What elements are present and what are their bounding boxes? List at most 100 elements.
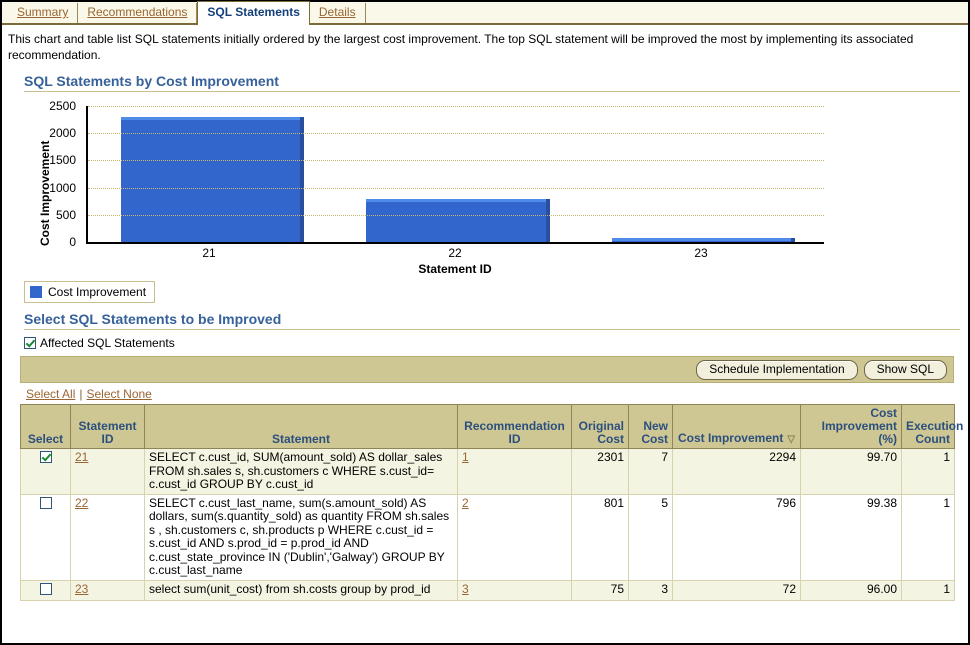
gridline-500: [88, 215, 824, 216]
cost-improvement-cell: 2294: [673, 449, 801, 495]
bar-cell-23: [579, 106, 824, 242]
new-cost-cell: 5: [629, 494, 673, 580]
select-none-link[interactable]: Select None: [86, 387, 151, 401]
row-select-cell[interactable]: [21, 449, 71, 495]
column-header-cost-improvement[interactable]: Cost Improvement▽: [673, 405, 801, 449]
statement-id-cell: 22: [71, 494, 145, 580]
column-header-execution-count[interactable]: Execution Count: [902, 405, 955, 449]
table-section-header: Select SQL Statements to be Improved: [24, 311, 968, 330]
chart-bars: [88, 106, 824, 242]
statement-text-cell: SELECT c.cust_id, SUM(amount_sold) AS do…: [145, 449, 458, 495]
row-select-checkbox[interactable]: [40, 451, 52, 463]
select-all-link[interactable]: Select All: [26, 387, 75, 401]
gridline-1000: [88, 188, 824, 189]
original-cost-cell: 801: [572, 494, 629, 580]
table-body: 21SELECT c.cust_id, SUM(amount_sold) AS …: [21, 449, 955, 601]
gridline-2000: [88, 133, 824, 134]
column-header-statement-id[interactable]: Statement ID: [71, 405, 145, 449]
table-row: 21 SELECT c.cust_id, SUM(amount_sold) AS …: [21, 449, 955, 495]
sort-indicator-icon: ▽: [787, 433, 795, 446]
y-tick-1000: 1000: [49, 181, 76, 195]
execution-count-cell: 1: [902, 580, 955, 601]
recommendation-id-link[interactable]: 2: [462, 496, 469, 510]
column-header-original-cost[interactable]: Original Cost: [572, 405, 629, 449]
new-cost-cell: 3: [629, 580, 673, 601]
x-tick-21: 21: [86, 246, 332, 260]
chart-x-axis-label: Statement ID: [86, 262, 824, 276]
cost-improvement-cell: 72: [673, 580, 801, 601]
y-tick-0: 0: [69, 235, 76, 249]
recommendation-id-cell: 3: [458, 580, 572, 601]
gridline-1500: [88, 160, 824, 161]
column-header-recommendation-id[interactable]: Recommendation ID: [458, 405, 572, 449]
affected-sql-checkbox[interactable]: [24, 337, 36, 349]
column-header-cost-improvement[interactable]: Cost Improvement (%): [801, 405, 902, 449]
intro-text: This chart and table list SQL statements…: [2, 25, 968, 65]
select-links-separator: |: [75, 387, 86, 401]
row-select-cell[interactable]: [21, 580, 71, 601]
column-header-select[interactable]: Select: [21, 405, 71, 449]
recommendation-id-cell: 1: [458, 449, 572, 495]
x-tick-23: 23: [578, 246, 824, 260]
show-sql-button[interactable]: Show SQL: [864, 360, 947, 380]
page-root: SummaryRecommendationsSQL StatementsDeta…: [0, 0, 970, 645]
tab-bar: SummaryRecommendationsSQL StatementsDeta…: [2, 2, 968, 25]
y-tick-2500: 2500: [49, 99, 76, 113]
recommendation-id-link[interactable]: 3: [462, 582, 469, 596]
column-header-statement[interactable]: Statement: [145, 405, 458, 449]
row-select-checkbox[interactable]: [40, 583, 52, 595]
chart-legend: Cost Improvement: [24, 281, 155, 303]
cost-improvement-cell: 796: [673, 494, 801, 580]
row-select-checkbox[interactable]: [40, 497, 52, 509]
table-row: 22 SELECT c.cust_last_name, sum(s.amount_…: [21, 494, 955, 580]
original-cost-cell: 75: [572, 580, 629, 601]
schedule-implementation-button[interactable]: Schedule Implementation: [696, 360, 857, 380]
statement-id-link[interactable]: 22: [75, 496, 88, 510]
chart-x-ticks: 212223: [86, 246, 824, 260]
sql-statements-table: SelectStatement IDStatementRecommendatio…: [20, 404, 955, 601]
new-cost-cell: 7: [629, 449, 673, 495]
statement-text-cell: SELECT c.cust_last_name, sum(s.amount_so…: [145, 494, 458, 580]
statement-id-cell: 21: [71, 449, 145, 495]
cost-improvement-chart: Cost Improvement 05001000150020002500 21…: [16, 100, 846, 275]
chart-plot-area: [86, 106, 824, 244]
cost-improvement-percent-cell: 99.70: [801, 449, 902, 495]
select-links-row: Select All|Select None: [20, 383, 954, 404]
y-tick-2000: 2000: [49, 126, 76, 140]
table-row: 23 select sum(unit_cost) from sh.costs gr…: [21, 580, 955, 601]
tab-sql-statements[interactable]: SQL Statements: [197, 1, 309, 25]
column-header-new-cost[interactable]: New Cost: [629, 405, 673, 449]
row-select-cell[interactable]: [21, 494, 71, 580]
statement-id-link[interactable]: 23: [75, 582, 88, 596]
sql-statements-table-block: Schedule Implementation Show SQL Select A…: [20, 356, 954, 601]
y-tick-500: 500: [56, 208, 76, 222]
original-cost-cell: 2301: [572, 449, 629, 495]
bar-cell-22: [333, 106, 578, 242]
tab-recommendations[interactable]: Recommendations: [78, 3, 197, 23]
chart-y-ticks: 05001000150020002500: [36, 100, 82, 242]
affected-sql-label: Affected SQL Statements: [40, 336, 175, 350]
legend-label: Cost Improvement: [48, 285, 146, 299]
bar-21[interactable]: [121, 117, 300, 242]
execution-count-cell: 1: [902, 494, 955, 580]
execution-count-cell: 1: [902, 449, 955, 495]
chart-section-header: SQL Statements by Cost Improvement: [24, 73, 968, 92]
statement-text-cell: select sum(unit_cost) from sh.costs grou…: [145, 580, 458, 601]
affected-sql-statements-row[interactable]: Affected SQL Statements: [24, 336, 968, 350]
section-divider-2: [24, 329, 960, 330]
tab-summary[interactable]: Summary: [8, 3, 78, 23]
statement-id-cell: 23: [71, 580, 145, 601]
gridline-2500: [88, 106, 824, 107]
table-header-row: SelectStatement IDStatementRecommendatio…: [21, 405, 955, 449]
recommendation-id-link[interactable]: 1: [462, 450, 469, 464]
statement-id-link[interactable]: 21: [75, 450, 88, 464]
legend-color-swatch: [30, 286, 42, 298]
table-toolbar: Schedule Implementation Show SQL: [20, 356, 954, 383]
cost-improvement-percent-cell: 96.00: [801, 580, 902, 601]
tab-details[interactable]: Details: [310, 3, 366, 23]
cost-improvement-percent-cell: 99.38: [801, 494, 902, 580]
bar-23[interactable]: [612, 238, 791, 242]
bar-cell-21: [88, 106, 333, 242]
table-section-title: Select SQL Statements to be Improved: [24, 311, 968, 329]
bar-22[interactable]: [366, 199, 545, 242]
